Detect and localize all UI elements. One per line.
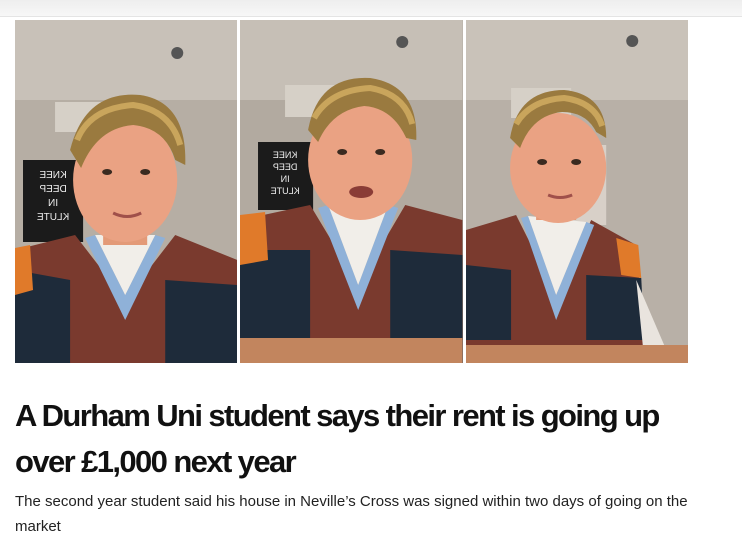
- svg-text:KNEE: KNEE: [273, 150, 298, 160]
- svg-text:IN: IN: [281, 174, 290, 184]
- svg-text:DEEP: DEEP: [39, 184, 67, 195]
- top-bar: [0, 0, 742, 17]
- article-image: KNEE DEEP IN KLUTE KNEE DEEP IN KLUTE: [15, 20, 688, 363]
- article-subheadline: The second year student said his house i…: [15, 493, 688, 535]
- svg-text:KLUTE: KLUTE: [271, 186, 300, 196]
- article-headline[interactable]: A Durham Uni student says their rent is …: [15, 393, 715, 485]
- video-frame-1: KNEE DEEP IN KLUTE: [15, 20, 238, 363]
- video-frame-2: KNEE DEEP IN KLUTE: [240, 20, 463, 363]
- svg-text:KNEE: KNEE: [39, 170, 67, 181]
- svg-text:IN: IN: [48, 198, 58, 209]
- svg-text:KLUTE: KLUTE: [37, 212, 70, 223]
- svg-text:DEEP: DEEP: [273, 162, 298, 172]
- video-frame-3: [465, 20, 688, 363]
